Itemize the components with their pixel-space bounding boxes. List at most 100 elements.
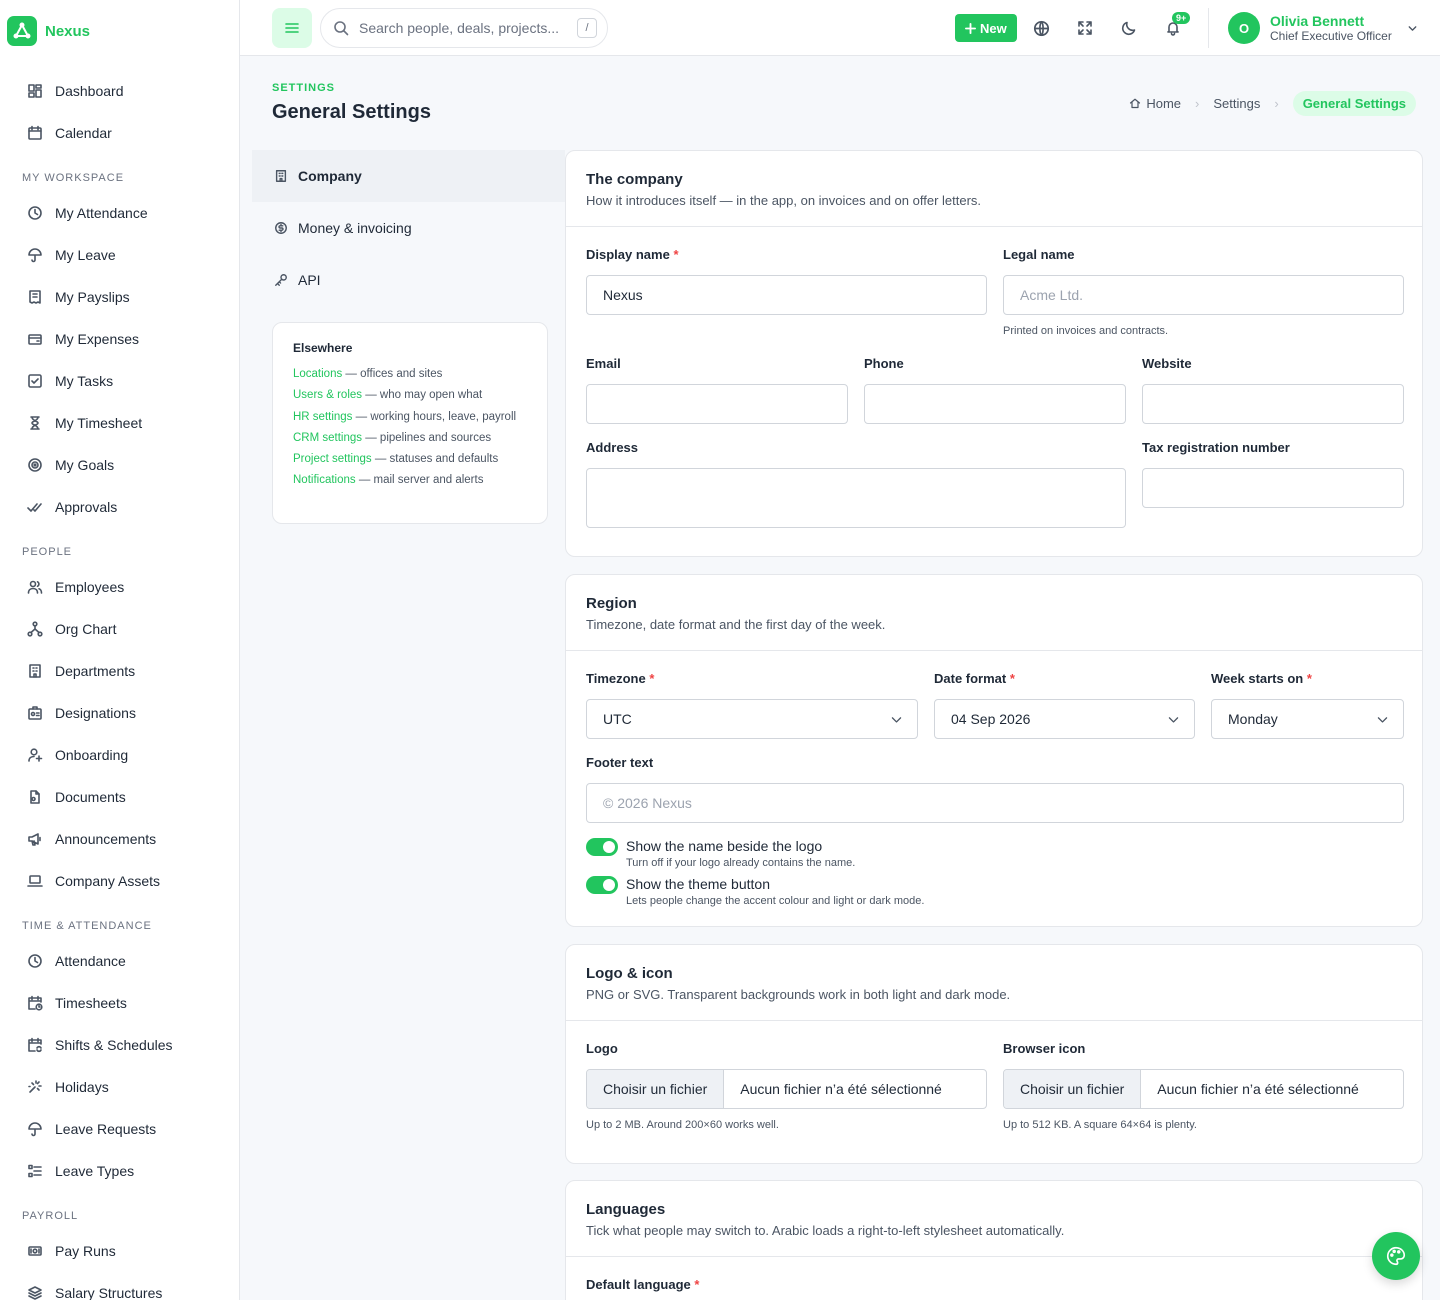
- new-button-label: New: [980, 20, 1007, 36]
- toggle-text: Show the name beside the logo Turn off i…: [626, 837, 855, 869]
- wallet-icon: [28, 334, 42, 345]
- display-name-field: Display name * Nexus: [586, 247, 987, 315]
- sidebar-item-my-goals[interactable]: My Goals: [0, 444, 239, 486]
- sidebar-item-label: Employees: [55, 579, 125, 595]
- clock-icon: [28, 954, 42, 968]
- sidebar-item-timesheets[interactable]: Timesheets: [0, 982, 239, 1024]
- week-start-select[interactable]: Monday: [1211, 699, 1404, 739]
- display-name-input[interactable]: Nexus: [586, 275, 987, 315]
- show-theme-toggle[interactable]: Show the theme button Lets people change…: [586, 875, 924, 907]
- sidebar-item-announcements[interactable]: Announcements: [0, 818, 239, 860]
- week-start-field: Week starts on * Monday: [1211, 671, 1404, 739]
- file-name: Aucun fichier n’a été sélectionné: [740, 1081, 942, 1097]
- legal-name-input[interactable]: Acme Ltd.: [1003, 275, 1404, 315]
- required-marker: *: [673, 247, 679, 262]
- sidebar-item-pay-runs[interactable]: Pay Runs: [0, 1230, 239, 1272]
- theme-toggle-button[interactable]: [1113, 12, 1145, 44]
- show-name-toggle[interactable]: Show the name beside the logo Turn off i…: [586, 837, 855, 869]
- user-menu[interactable]: O Olivia Bennett Chief Executive Officer: [1228, 12, 1419, 44]
- chevron-down-icon: [1408, 25, 1417, 31]
- toggle-switch[interactable]: [586, 876, 618, 894]
- chevron-down-icon: [891, 717, 902, 723]
- sidebar-item-org-chart[interactable]: Org Chart: [0, 608, 239, 650]
- sidebar-item-shifts-schedules[interactable]: Shifts & Schedules: [0, 1024, 239, 1066]
- search-input[interactable]: [359, 20, 559, 36]
- locations-link[interactable]: Locations: [293, 368, 342, 380]
- field-label: Logo: [586, 1041, 618, 1056]
- receipt-icon: [29, 290, 41, 304]
- sidebar-item-leave-requests[interactable]: Leave Requests: [0, 1108, 239, 1150]
- brand[interactable]: Nexus: [7, 16, 90, 46]
- fullscreen-button[interactable]: [1069, 12, 1101, 44]
- sidebar-item-dashboard[interactable]: Dashboard: [0, 70, 239, 112]
- section-heading-time-attendance: Time & Attendance: [22, 920, 152, 932]
- sidebar-item-my-expenses[interactable]: My Expenses: [0, 318, 239, 360]
- email-input[interactable]: [586, 384, 848, 424]
- sidebar-item-my-timesheet[interactable]: My Timesheet: [0, 402, 239, 444]
- sidebar-item-company-assets[interactable]: Company Assets: [0, 860, 239, 902]
- notifications-link[interactable]: Notifications: [293, 474, 356, 486]
- building-icon: [275, 170, 287, 182]
- browser-icon-file-input[interactable]: Choisir un fichier Aucun fichier n’a été…: [1003, 1069, 1404, 1109]
- sidebar-item-designations[interactable]: Designations: [0, 692, 239, 734]
- sidebar-item-holidays[interactable]: Holidays: [0, 1066, 239, 1108]
- field-label: Legal name: [1003, 247, 1075, 262]
- settings-tab-api[interactable]: API: [252, 254, 565, 306]
- website-input[interactable]: [1142, 384, 1404, 424]
- field-label: Footer text: [586, 755, 654, 770]
- field-label: Display name *: [586, 247, 987, 265]
- footer-text-input[interactable]: © 2026 Nexus: [586, 783, 1404, 823]
- field-label: Email: [586, 356, 621, 371]
- elsewhere-desc: — statuses and defaults: [371, 453, 499, 465]
- tax-number-input[interactable]: [1142, 468, 1404, 508]
- sidebar-item-leave-types[interactable]: Leave Types: [0, 1150, 239, 1192]
- sidebar-item-my-leave[interactable]: My Leave: [0, 234, 239, 276]
- sidebar-item-label: Onboarding: [55, 747, 129, 763]
- card-header: Languages Tick what people may switch to…: [566, 1181, 1422, 1257]
- sidebar-item-my-attendance[interactable]: My Attendance: [0, 192, 239, 234]
- breadcrumb-home[interactable]: Home: [1129, 96, 1181, 111]
- menu-toggle-button[interactable]: [272, 8, 312, 48]
- date-format-field: Date format * 04 Sep 2026: [934, 671, 1195, 739]
- phone-input[interactable]: [864, 384, 1126, 424]
- sidebar-item-departments[interactable]: Departments: [0, 650, 239, 692]
- clock-icon: [28, 206, 42, 220]
- sidebar-item-attendance[interactable]: Attendance: [0, 940, 239, 982]
- breadcrumb-settings[interactable]: Settings: [1213, 96, 1260, 111]
- new-button[interactable]: New: [955, 14, 1017, 42]
- date-format-select[interactable]: 04 Sep 2026: [934, 699, 1195, 739]
- timezone-select[interactable]: UTC: [586, 699, 918, 739]
- list-icon: [28, 1164, 42, 1178]
- sidebar-item-my-payslips[interactable]: My Payslips: [0, 276, 239, 318]
- crm-settings-link[interactable]: CRM settings: [293, 432, 362, 444]
- choose-file-button[interactable]: Choisir un fichier: [1004, 1070, 1142, 1108]
- hr-settings-link[interactable]: HR settings: [293, 411, 352, 423]
- notifications-button[interactable]: 9+: [1157, 12, 1191, 44]
- toggle-switch[interactable]: [586, 838, 618, 856]
- theme-customizer-button[interactable]: [1372, 1232, 1420, 1280]
- choose-file-button[interactable]: Choisir un fichier: [587, 1070, 725, 1108]
- sidebar-item-label: My Leave: [55, 247, 116, 263]
- settings-tab-money-invoicing[interactable]: Money & invoicing: [252, 202, 565, 254]
- sidebar-item-documents[interactable]: Documents: [0, 776, 239, 818]
- home-icon: [1130, 98, 1141, 109]
- sidebar-item-my-tasks[interactable]: My Tasks: [0, 360, 239, 402]
- sidebar-item-approvals[interactable]: Approvals: [0, 486, 239, 528]
- sidebar-item-calendar[interactable]: Calendar: [0, 112, 239, 154]
- required-marker: *: [649, 671, 655, 686]
- toggle-label: Show the theme button: [626, 876, 770, 892]
- search-box[interactable]: /: [320, 8, 608, 48]
- settings-tab-company[interactable]: Company: [252, 150, 565, 202]
- address-textarea[interactable]: [586, 468, 1126, 528]
- project-settings-link[interactable]: Project settings: [293, 453, 372, 465]
- language-button[interactable]: [1025, 12, 1057, 44]
- logo-file-input[interactable]: Choisir un fichier Aucun fichier n’a été…: [586, 1069, 987, 1109]
- website-field: Website: [1142, 356, 1404, 424]
- logo-card: Logo & icon PNG or SVG. Transparent back…: [565, 944, 1423, 1164]
- sidebar-item-onboarding[interactable]: Onboarding: [0, 734, 239, 776]
- users-icon: [27, 580, 43, 594]
- page-eyebrow: SETTINGS: [272, 82, 336, 94]
- sidebar-item-employees[interactable]: Employees: [0, 566, 239, 608]
- users-roles-link[interactable]: Users & roles: [293, 389, 362, 401]
- sidebar-item-salary-structures[interactable]: Salary Structures: [0, 1272, 239, 1300]
